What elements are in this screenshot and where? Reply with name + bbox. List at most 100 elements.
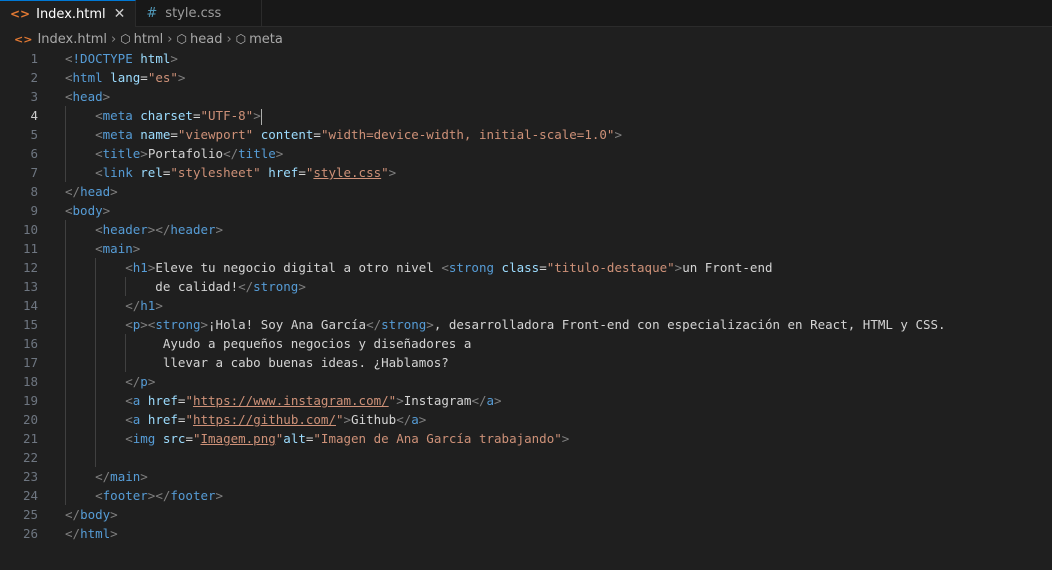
code-line[interactable]: 7 <link rel="stylesheet" href="style.css…	[0, 163, 1052, 182]
tab-style-css[interactable]: # style.css	[136, 0, 263, 26]
code-line[interactable]: 8 </head>	[0, 182, 1052, 201]
code-token: name	[140, 127, 171, 142]
code-line[interactable]: 4 <meta charset="UTF-8">	[0, 106, 1052, 125]
code-line[interactable]: 22	[0, 448, 1052, 467]
indent-guide	[95, 448, 97, 467]
line-number: 20	[22, 412, 38, 427]
code-token: >	[426, 317, 434, 332]
code-token: h1	[132, 260, 148, 275]
code-line[interactable]: 24 <footer></footer>	[0, 486, 1052, 505]
code-token: </	[396, 412, 412, 427]
code-token: "width=device-width, initial-scale=1.0"	[320, 127, 615, 142]
line-number: 5	[30, 127, 38, 142]
code-line[interactable]: 13 de calidad!</strong>	[0, 277, 1052, 296]
code-token: >	[155, 298, 163, 313]
code-line[interactable]: 3 <head>	[0, 87, 1052, 106]
code-line[interactable]: 17 llevar a cabo buenas ideas. ¿Hablamos…	[0, 353, 1052, 372]
code-token: <	[65, 70, 73, 85]
tab-index-html[interactable]: <> Index.html ✕	[0, 0, 137, 27]
breadcrumb-item-file[interactable]: <> Index.html	[14, 32, 107, 47]
code-text: Ayudo a pequeños negocios y diseñadores …	[65, 334, 472, 353]
code-line[interactable]: 10 <header></header>	[0, 220, 1052, 239]
code-line[interactable]: 14 </h1>	[0, 296, 1052, 315]
code-token: link	[102, 165, 133, 180]
code-line[interactable]: 21 <img src="Imagem.png"alt="Imagen de A…	[0, 429, 1052, 448]
code-text: <a href="https://www.instagram.com/">Ins…	[65, 391, 501, 410]
code-token[interactable]: Imagem.png	[201, 431, 276, 446]
code-token: title	[102, 146, 141, 161]
code-line[interactable]: 2 <html lang="es">	[0, 68, 1052, 87]
line-number: 6	[30, 146, 38, 161]
code-token: </	[223, 146, 239, 161]
code-token: head	[72, 89, 103, 104]
code-line[interactable]: 25 </body>	[0, 505, 1052, 524]
code-token: <	[125, 260, 133, 275]
code-token: href	[147, 412, 178, 427]
code-token[interactable]: https://github.com/	[193, 412, 336, 427]
code-token: >	[418, 412, 427, 427]
code-token: alt	[283, 431, 306, 446]
code-token: "stylesheet"	[170, 165, 261, 180]
code-token: </	[65, 184, 81, 199]
code-line[interactable]: 5 <meta name="viewport" content="width=d…	[0, 125, 1052, 144]
code-token: <	[65, 89, 73, 104]
code-text: <meta name="viewport" content="width=dev…	[65, 125, 622, 144]
code-token: header	[170, 222, 216, 237]
code-token: p	[140, 374, 148, 389]
breadcrumb-label: head	[189, 31, 223, 47]
code-text: </p>	[65, 372, 155, 391]
line-number: 24	[22, 488, 38, 503]
code-line[interactable]: 6 <title>Portafolio</title>	[0, 144, 1052, 163]
close-icon[interactable]: ✕	[114, 6, 126, 22]
code-line[interactable]: 20 <a href="https://github.com/">Github<…	[0, 410, 1052, 429]
code-token: strong	[448, 260, 495, 275]
tab-bar: <> Index.html ✕ # style.css	[0, 0, 1052, 27]
line-number: 19	[22, 393, 38, 408]
text-cursor	[260, 108, 262, 125]
code-token: =	[140, 70, 148, 85]
code-token: ></	[147, 222, 171, 237]
code-token: >	[140, 469, 148, 484]
code-line[interactable]: 19 <a href="https://www.instagram.com/">…	[0, 391, 1052, 410]
code-text: </body>	[65, 505, 118, 524]
line-number: 14	[22, 298, 38, 313]
code-token: <	[65, 203, 73, 218]
code-token: "titulo-destaque"	[546, 260, 675, 275]
code-token[interactable]: style.css	[313, 165, 381, 180]
code-line[interactable]: 26 </html>	[0, 524, 1052, 543]
code-line[interactable]: 16 Ayudo a pequeños negocios y diseñador…	[0, 334, 1052, 353]
code-token: main	[102, 241, 133, 256]
code-line[interactable]: 15 <p><strong>¡Hola! Soy Ana García</str…	[0, 315, 1052, 334]
line-number: 11	[22, 241, 38, 256]
code-token: charset	[140, 108, 193, 123]
code-line[interactable]: 12 <h1>Eleve tu negocio digital a otro n…	[0, 258, 1052, 277]
breadcrumb-item-meta[interactable]: ⬡ meta	[236, 32, 283, 47]
code-token: !DOCTYPE	[72, 51, 133, 66]
code-token[interactable]: https://www.instagram.com/	[193, 393, 389, 408]
code-line[interactable]: 9 <body>	[0, 201, 1052, 220]
code-line[interactable]: 18 </p>	[0, 372, 1052, 391]
code-token: >	[102, 89, 111, 104]
code-token: </	[366, 317, 382, 332]
code-line[interactable]: 23 </main>	[0, 467, 1052, 486]
breadcrumb: <> Index.html › ⬡ html › ⬡ head › ⬡ meta	[0, 28, 1052, 50]
code-token: <	[95, 222, 103, 237]
code-token: >	[561, 431, 570, 446]
code-line[interactable]: 11 <main>	[0, 239, 1052, 258]
line-number: 7	[30, 165, 38, 180]
code-editor[interactable]: 1 <!DOCTYPE html> 2 <html lang="es"> 3 <head>…	[0, 49, 1052, 570]
breadcrumb-item-html[interactable]: ⬡ html	[120, 32, 163, 47]
code-text: <img src="Imagem.png"alt="Imagen de Ana …	[65, 429, 569, 448]
html-file-icon: <>	[10, 7, 31, 21]
line-number: 15	[22, 317, 38, 332]
code-token: <	[125, 393, 133, 408]
line-number: 13	[22, 279, 38, 294]
code-token: strong	[381, 317, 427, 332]
breadcrumb-item-head[interactable]: ⬡ head	[177, 32, 223, 47]
code-line[interactable]: 1 <!DOCTYPE html>	[0, 49, 1052, 68]
